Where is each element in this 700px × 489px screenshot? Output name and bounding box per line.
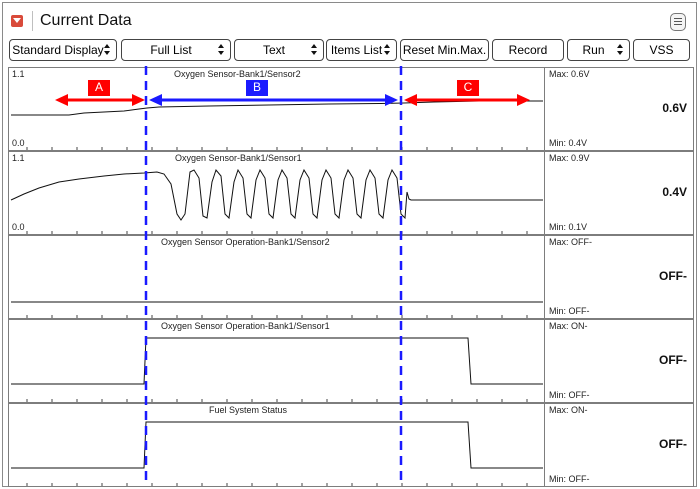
time-axis-ticks [26, 315, 528, 318]
vss-label: VSS [649, 43, 674, 57]
current-value: OFF- [659, 353, 687, 367]
axis-max-label: 1.1 [12, 153, 25, 163]
graph-plot: Fuel System Status [9, 404, 545, 486]
min-value: Min: OFF- [549, 390, 590, 400]
text-label: Text [262, 43, 285, 57]
items-list-select[interactable]: Items List [326, 39, 397, 61]
full-list-select[interactable]: Full List [121, 39, 231, 61]
range-label-a: A [88, 80, 110, 96]
graph-panel-o2-operation-bank1-sensor2[interactable]: Oxygen Sensor Operation-Bank1/Sensor2 Ma… [8, 235, 694, 319]
max-value: Max: OFF- [549, 237, 592, 247]
graph-panel-fuel-system-status[interactable]: Fuel System Status Max: ON- OFF- Min: OF… [8, 403, 694, 487]
max-value: Max: ON- [549, 321, 588, 331]
time-axis-ticks [26, 147, 528, 150]
vss-button[interactable]: VSS [633, 39, 690, 61]
signal-name: Oxygen Sensor Operation-Bank1/Sensor1 [161, 321, 330, 331]
value-panel: Max: 0.6V 0.6V Min: 0.4V [546, 68, 693, 150]
time-axis-ticks [26, 231, 528, 234]
value-panel: Max: ON- OFF- Min: OFF- [546, 320, 693, 402]
title-bar: Current Data [3, 3, 696, 36]
current-value: OFF- [659, 437, 687, 451]
items-list-label: Items List [330, 43, 383, 57]
max-value: Max: ON- [549, 405, 588, 415]
range-label-b: B [246, 80, 268, 96]
current-value: 0.4V [662, 185, 687, 199]
graph-trace [11, 421, 543, 486]
current-value: OFF- [659, 269, 687, 283]
graph-trace [11, 301, 543, 318]
axis-max-label: 1.1 [12, 69, 25, 79]
min-value: Min: 0.1V [549, 222, 588, 232]
max-value: Max: 0.6V [549, 69, 590, 79]
dropdown-arrows-icon [104, 44, 111, 56]
value-panel: Max: OFF- OFF- Min: OFF- [546, 236, 693, 318]
text-select[interactable]: Text [234, 39, 324, 61]
signal-name: Fuel System Status [209, 405, 288, 415]
dropdown-arrows-icon [218, 44, 225, 56]
axis-min-label: 0.0 [12, 138, 25, 148]
run-select[interactable]: Run [567, 39, 630, 61]
min-value: Min: 0.4V [549, 138, 588, 148]
record-label: Record [508, 43, 548, 57]
window-title: Current Data [40, 12, 132, 29]
graph-plot: Oxygen Sensor Operation-Bank1/Sensor2 [9, 236, 545, 318]
max-value: Max: 0.9V [549, 153, 590, 163]
signal-name: Oxygen Sensor Operation-Bank1/Sensor2 [161, 237, 330, 247]
graph-trace [11, 337, 543, 402]
reset-min-max-button[interactable]: Reset Min.Max. [400, 39, 489, 61]
current-data-window: Current Data Standard Display Full List … [2, 2, 697, 487]
signal-name: Oxygen Sensor-Bank1/Sensor2 [174, 69, 301, 79]
min-value: Min: OFF- [549, 474, 590, 484]
graph-list: Oxygen Sensor-Bank1/Sensor2 1.1 0.0 Max:… [8, 67, 694, 487]
chevron-down-icon[interactable] [11, 15, 23, 27]
reset-min-max-label: Reset Min.Max. [402, 43, 487, 57]
range-label-c: C [457, 80, 479, 96]
min-value: Min: OFF- [549, 306, 590, 316]
run-label: Run [582, 43, 605, 57]
graph-trace [10, 168, 543, 234]
value-panel: Max: ON- OFF- Min: OFF- [546, 404, 693, 486]
graph-panel-o2-bank1-sensor1[interactable]: Oxygen Sensor-Bank1/Sensor1 1.1 0.0 Max:… [8, 151, 694, 235]
menu-icon[interactable] [670, 13, 686, 31]
graph-plot: Oxygen Sensor Operation-Bank1/Sensor1 [9, 320, 545, 402]
current-value: 0.6V [662, 101, 687, 115]
toolbar: Standard Display Full List Text Items Li… [3, 39, 696, 63]
graph-panel-o2-bank1-sensor2[interactable]: Oxygen Sensor-Bank1/Sensor2 1.1 0.0 Max:… [8, 67, 694, 151]
record-button[interactable]: Record [492, 39, 564, 61]
standard-display-label: Standard Display [12, 43, 104, 57]
value-panel: Max: 0.9V 0.4V Min: 0.1V [546, 152, 693, 234]
graph-panel-o2-operation-bank1-sensor1[interactable]: Oxygen Sensor Operation-Bank1/Sensor1 Ma… [8, 319, 694, 403]
title-separator [32, 11, 33, 31]
time-axis-ticks [26, 483, 528, 486]
dropdown-arrows-icon [384, 44, 391, 56]
standard-display-select[interactable]: Standard Display [9, 39, 117, 61]
dropdown-arrows-icon [617, 44, 624, 56]
graph-plot: Oxygen Sensor-Bank1/Sensor1 1.1 0.0 [9, 152, 545, 234]
dropdown-arrows-icon [311, 44, 318, 56]
full-list-label: Full List [150, 43, 192, 57]
time-axis-ticks [26, 399, 528, 402]
signal-name: Oxygen Sensor-Bank1/Sensor1 [175, 153, 302, 163]
axis-min-label: 0.0 [12, 222, 25, 232]
